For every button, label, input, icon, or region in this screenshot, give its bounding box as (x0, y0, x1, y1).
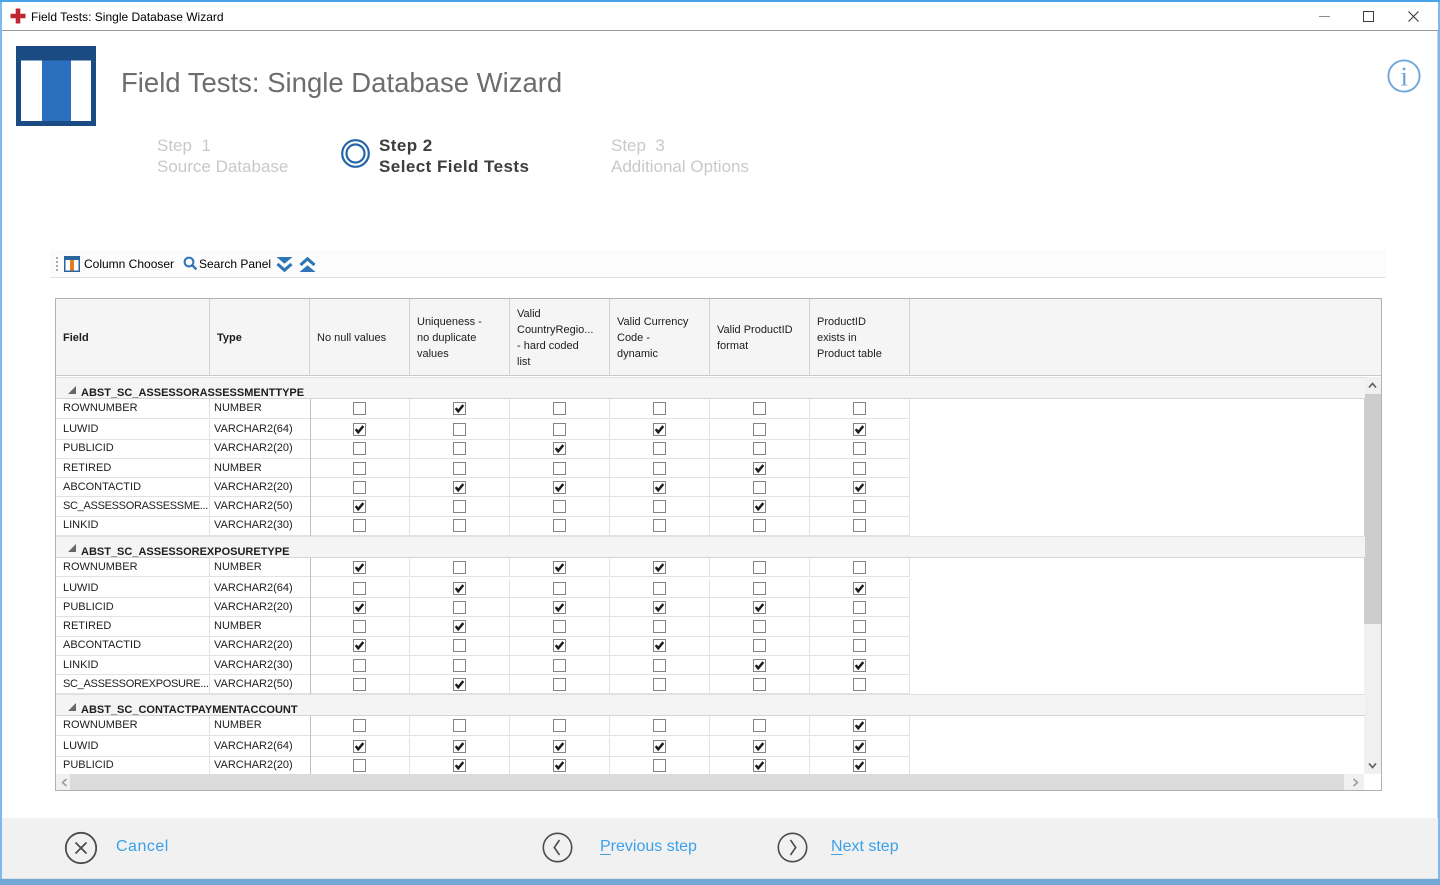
svg-text:i: i (1401, 62, 1409, 92)
